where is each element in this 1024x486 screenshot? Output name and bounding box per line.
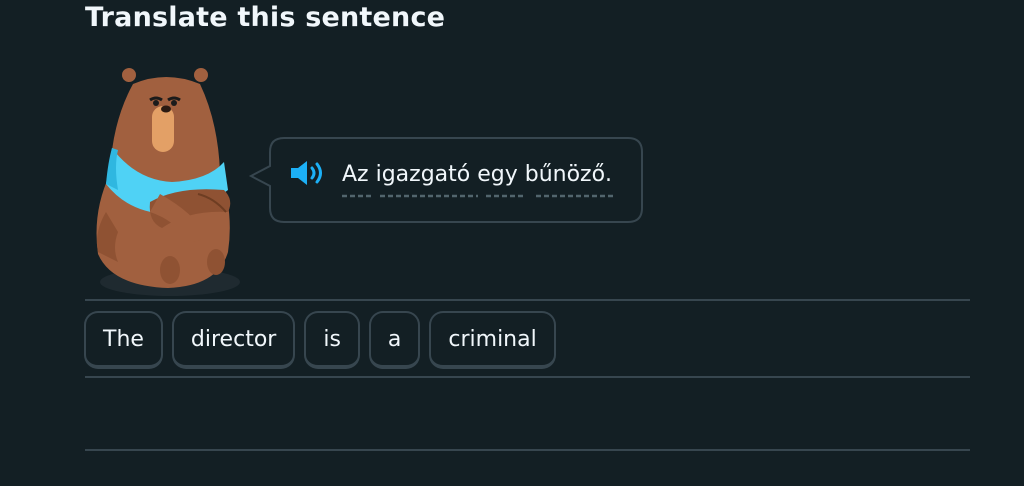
hint-underline xyxy=(342,194,614,198)
challenge-title: Translate this sentence xyxy=(85,2,446,33)
word-tile[interactable]: criminal xyxy=(429,311,556,369)
answer-line-middle xyxy=(85,376,970,378)
bear-character xyxy=(96,68,240,296)
word-tile[interactable]: a xyxy=(368,311,421,369)
speech-bubble: Az igazgató egy bűnöző. xyxy=(248,136,644,224)
speaker-icon[interactable] xyxy=(288,158,328,188)
word-tile[interactable]: is xyxy=(304,311,360,369)
word-tile[interactable]: director xyxy=(171,311,296,369)
answer-area: The director is a criminal xyxy=(84,311,556,369)
prompt-sentence[interactable]: Az igazgató egy bűnöző. xyxy=(342,162,612,187)
answer-line-bottom xyxy=(85,449,970,451)
answer-line-top xyxy=(85,299,970,301)
word-tile[interactable]: The xyxy=(84,311,163,369)
